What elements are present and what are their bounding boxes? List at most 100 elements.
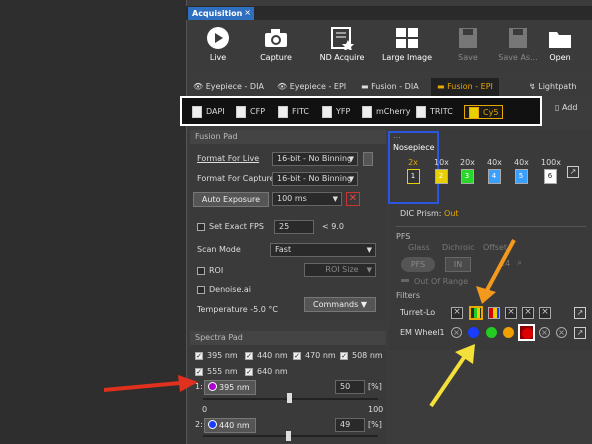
format-live-value: 16-bit - No Binning <box>277 154 353 163</box>
scan-mode-select[interactable]: Fast ▼ <box>270 243 376 257</box>
wavelength-470[interactable]: ✓ 470 nm <box>293 351 336 360</box>
mode-fusion-epi[interactable]: ▬ Fusion - EPI <box>431 78 499 96</box>
filter-cy5[interactable]: Cy5 <box>464 105 504 119</box>
objective-10x[interactable]: 10x 2 <box>434 158 449 188</box>
filter-label: FITC <box>292 107 309 116</box>
wavelength-440[interactable]: ✓ 440 nm <box>245 351 288 360</box>
capture-label: Capture <box>260 53 292 62</box>
folder-icon <box>549 32 571 48</box>
format-live-label: Format For Live <box>197 154 260 163</box>
checkbox-box <box>197 222 205 231</box>
objective-100x[interactable]: 100x 6 <box>541 158 561 188</box>
filter-cfp[interactable]: CFP <box>236 105 265 119</box>
format-capture-label: Format For Capture <box>197 174 275 183</box>
spectra-pad-title: Spectra Pad <box>190 331 386 345</box>
set-exact-fps-label: Set Exact FPS <box>209 222 264 231</box>
checkbox-box: ✓ <box>293 351 301 360</box>
emwheel-empty[interactable]: × <box>451 327 462 338</box>
objective-2x[interactable]: 2x 1 <box>406 158 420 188</box>
open-button[interactable]: Open <box>529 21 591 71</box>
pfs-button[interactable]: PFS <box>401 257 435 272</box>
filter-mcherry[interactable]: mCherry <box>362 105 411 119</box>
exposure-select[interactable]: 100 ms ▼ <box>272 192 342 206</box>
tab-acquisition[interactable]: Acquisition × <box>188 7 254 20</box>
large-image-label: Large Image <box>381 53 433 62</box>
objective-40x-a[interactable]: 40x 4 <box>487 158 502 188</box>
capture-button[interactable]: Capture <box>245 21 307 71</box>
channel-1-button[interactable]: 395 nm <box>204 380 256 395</box>
mode-eyepiece-epi[interactable]: 👁 Eyepiece - EPI <box>277 78 346 96</box>
filter-dapi[interactable]: DAPI <box>192 105 225 119</box>
wavelength-555[interactable]: ✓ 555 nm <box>195 367 238 376</box>
nd-acquire-button[interactable]: ND Acquire <box>307 21 377 71</box>
roi-size-label: ROI Size <box>325 265 359 274</box>
pfs-title: PFS <box>396 232 411 241</box>
spectra-pad: Spectra Pad ✓ 395 nm ✓ 440 nm ✓ 470 nm ✓ 508… <box>190 331 386 444</box>
roi-checkbox[interactable]: ROI <box>197 266 223 275</box>
objective-mag: 10x <box>434 158 449 167</box>
emwheel-selected-frame[interactable] <box>518 324 535 341</box>
set-exact-fps-checkbox[interactable]: Set Exact FPS <box>197 222 264 231</box>
emwheel-orange[interactable] <box>503 327 514 338</box>
eye-icon: 👁 <box>193 82 206 91</box>
out-of-range-label: Out Of Range <box>414 277 469 286</box>
wavelength-label: 470 nm <box>305 351 336 360</box>
add-button[interactable]: ▯ Add <box>555 103 577 112</box>
turret-position-empty[interactable]: × <box>539 307 551 319</box>
channel-2-button[interactable]: 440 nm <box>204 418 256 433</box>
close-icon[interactable]: ✕ <box>346 192 360 206</box>
pfs-in-button[interactable]: IN <box>445 257 471 272</box>
mode-fusion-dia[interactable]: ▬ Fusion - DIA <box>361 78 419 96</box>
emwheel-empty[interactable]: × <box>539 327 550 338</box>
fps-max-label: < 9.0 <box>322 222 344 231</box>
channel-2-value[interactable]: 49 <box>335 418 365 432</box>
fps-input[interactable]: 25 <box>274 220 314 234</box>
channel-value: 50 <box>340 382 351 391</box>
fusion-icon: ▬ <box>437 82 448 91</box>
filter-tritc[interactable]: TRITC <box>416 105 453 119</box>
large-image-button[interactable]: Large Image <box>373 21 441 71</box>
turret-cube-selected[interactable] <box>469 306 483 320</box>
wavelength-508[interactable]: ✓ 508 nm <box>340 351 383 360</box>
auto-exposure-button[interactable]: Auto Exposure <box>193 192 269 207</box>
channel-1-slider-handle[interactable] <box>287 393 292 403</box>
scan-mode-value: Fast <box>275 245 292 254</box>
chevron-down-icon: ▼ <box>360 300 367 309</box>
turret-position-empty[interactable]: × <box>522 307 534 319</box>
emwheel-red <box>522 328 533 339</box>
denoise-checkbox[interactable]: Denoise.ai <box>197 285 251 294</box>
objective-slot: 6 <box>543 169 557 184</box>
mode-eyepiece-dia[interactable]: 👁 Eyepiece - DIA <box>193 78 264 96</box>
filter-yfp[interactable]: YFP <box>322 105 350 119</box>
emwheel-green[interactable] <box>486 327 497 338</box>
popout-icon[interactable]: ↗ <box>567 166 579 178</box>
wavelength-640[interactable]: ✓ 640 nm <box>245 367 288 376</box>
live-button[interactable]: Live <box>187 21 249 71</box>
objective-40x-b[interactable]: 40x 5 <box>514 158 529 188</box>
channel-2-index: 2: <box>195 420 203 429</box>
turret-position-empty[interactable]: × <box>451 307 463 319</box>
emwheel-blue[interactable] <box>468 327 479 338</box>
filter-label: TRITC <box>430 107 453 116</box>
emwheel-empty[interactable]: × <box>556 327 567 338</box>
format-settings-button[interactable] <box>363 152 373 166</box>
filter-icon <box>469 106 479 119</box>
turret-position-empty[interactable]: × <box>505 307 517 319</box>
close-icon[interactable]: × <box>244 8 251 17</box>
wavelength-395[interactable]: ✓ 395 nm <box>195 351 238 360</box>
channel-2-slider-handle[interactable] <box>286 431 291 441</box>
channel-1-value[interactable]: 50 <box>335 380 365 394</box>
popout-icon[interactable]: ↗ <box>574 327 586 339</box>
add-label: Add <box>561 103 578 112</box>
popout-icon[interactable]: ↗ <box>574 307 586 319</box>
format-live-select[interactable]: 16-bit - No Binning ▼ <box>272 152 358 166</box>
format-capture-select[interactable]: 16-bit - No Binning ▼ <box>272 172 358 186</box>
nd-acquire-label: ND Acquire <box>319 53 365 62</box>
filter-fitc[interactable]: FITC <box>278 105 309 119</box>
objective-20x[interactable]: 20x 3 <box>460 158 475 188</box>
lightpath-button[interactable]: ↯ Lightpath <box>529 78 576 96</box>
roi-size-select[interactable]: ROI Size ▼ <box>304 263 376 277</box>
fps-value: 25 <box>279 222 290 231</box>
turret-cube[interactable] <box>488 307 500 319</box>
commands-button[interactable]: Commands ▼ <box>304 297 376 312</box>
